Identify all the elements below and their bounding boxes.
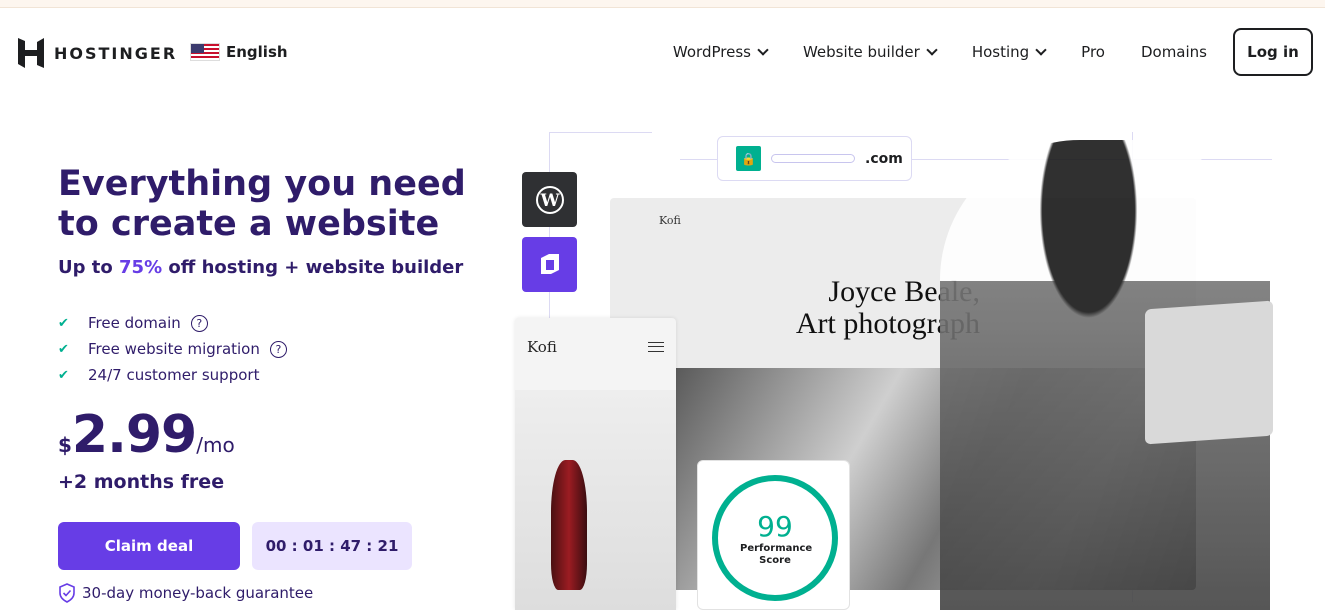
mobile-brand: Kofi: [527, 338, 557, 356]
top-banner: [0, 0, 1325, 8]
hostinger-logo-icon: [18, 38, 44, 68]
subtitle-text: off hosting + website builder: [162, 257, 464, 278]
nav-domains[interactable]: Domains: [1141, 43, 1207, 61]
nav-wordpress[interactable]: WordPress: [672, 43, 769, 61]
nav-label: Hosting: [971, 43, 1030, 61]
nav-label: Website builder: [802, 43, 920, 61]
domain-bar: 🔒 .com: [717, 136, 912, 181]
price-amount: 2.99: [71, 405, 197, 465]
feature-item: ✔ Free domain?: [58, 310, 287, 336]
lock-icon: 🔒: [736, 146, 761, 171]
price: $2.99/mo: [58, 405, 235, 465]
language-label: English: [226, 43, 288, 61]
score-value: 99: [757, 509, 793, 543]
feature-list: ✔ Free domain? ✔ Free website migration? ✔…: [58, 310, 287, 388]
site-preview-mobile: Kofi: [515, 318, 676, 610]
login-button[interactable]: Log in: [1233, 28, 1313, 76]
svg-text:W: W: [539, 191, 560, 211]
claim-deal-button[interactable]: Claim deal: [58, 522, 240, 570]
feature-label: 24/7 customer support: [88, 366, 260, 384]
nav-label: WordPress: [672, 43, 751, 61]
shield-check-icon: [59, 583, 75, 603]
us-flag-icon: [190, 43, 220, 61]
feature-item: ✔ Free website migration?: [58, 336, 287, 362]
chevron-down-icon: [757, 44, 769, 56]
hostinger-logo[interactable]: HOSTINGER: [18, 38, 177, 68]
nav-hosting[interactable]: Hosting: [971, 43, 1047, 61]
wordpress-icon: W: [522, 172, 577, 227]
vase-image: [515, 390, 676, 610]
main-nav: WordPress Website builder Hosting Pro Do…: [673, 28, 1313, 76]
feature-label: Free domain: [88, 314, 181, 332]
check-icon: ✔: [58, 315, 69, 331]
domain-suffix: .com: [865, 150, 903, 167]
url-placeholder: [771, 154, 855, 163]
brand-name: HOSTINGER: [54, 43, 178, 63]
hero-subtitle: Up to 75% off hosting + website builder: [58, 257, 463, 278]
hero-illustration: 🔒 .com W Kofi Joyce Beale, Art photograph…: [500, 120, 1325, 610]
help-icon[interactable]: ?: [190, 314, 208, 332]
price-period: /mo: [196, 433, 235, 457]
language-selector[interactable]: English: [190, 43, 288, 61]
feature-label: Free website migration: [88, 340, 260, 358]
score-label: Performance Score: [740, 542, 813, 566]
chevron-down-icon: [1035, 44, 1047, 56]
score-ring: 99 Performance Score: [712, 475, 838, 601]
bonus-text: +2 months free: [58, 471, 225, 493]
hero-title: Everything you need to create a website: [58, 164, 466, 244]
check-icon: ✔: [58, 367, 69, 383]
guarantee-text: 30-day money-back guarantee: [82, 584, 314, 602]
site-brand: Kofi: [659, 214, 681, 227]
website-builder-icon: [522, 237, 577, 292]
nav-website-builder[interactable]: Website builder: [802, 43, 938, 61]
menu-icon: [648, 342, 664, 352]
nav-label: Domains: [1140, 43, 1207, 61]
nav-pro[interactable]: Pro: [1081, 43, 1105, 61]
countdown-timer: 00 : 01 : 47 : 21: [252, 522, 412, 570]
performance-score-card: 99 Performance Score: [697, 460, 850, 610]
check-icon: ✔: [58, 341, 69, 357]
help-icon[interactable]: ?: [269, 340, 287, 358]
discount-percent: 75%: [119, 257, 163, 278]
laptop-image: [1145, 300, 1273, 445]
guarantee: 30-day money-back guarantee: [58, 583, 313, 603]
subtitle-text: Up to: [58, 257, 120, 278]
feature-item: ✔ 24/7 customer support: [58, 362, 287, 388]
chevron-down-icon: [926, 44, 938, 56]
nav-label: Pro: [1081, 43, 1105, 61]
currency: $: [58, 433, 72, 457]
